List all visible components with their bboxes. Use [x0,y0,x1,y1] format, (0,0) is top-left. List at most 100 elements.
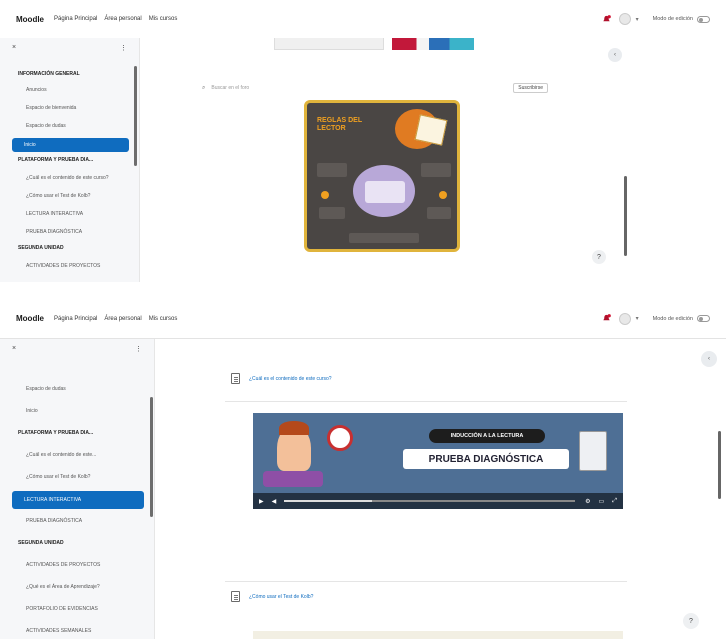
activity-link-kolb[interactable]: ¿Cómo usar el Test de Kolb? [249,594,313,600]
screenshot-bottom: Moodle Página Principal Área personal Mi… [0,299,726,639]
notification-bell-icon[interactable] [602,14,611,24]
drawer-section-second-unit[interactable]: SEGUNDA UNIDAD [0,244,135,253]
drawer-item-kolb[interactable]: ¿Cómo usar el Test de Kolb? [0,473,150,482]
activity-kolb[interactable]: ¿Cómo usar el Test de Kolb? [231,591,313,602]
drawer-options-icon[interactable]: ⋮ [135,345,142,353]
activity-divider [225,401,627,402]
drawer-item-projects[interactable]: ACTIVIDADES DE PROYECTOS [0,561,150,570]
video-progress-fill [284,500,372,502]
drawer-item-anuncios[interactable]: Anuncios [0,86,135,95]
infographic-bullet-icon [321,191,329,199]
drawer-item-doubts[interactable]: Espacio de dudas [0,385,150,394]
settings-icon[interactable]: ⚙ [585,498,590,505]
page-scrollbar[interactable] [718,431,721,499]
video-desk [263,471,323,487]
page-icon [231,591,240,602]
page-icon [231,373,240,384]
drawer-item-kolb[interactable]: ¿Cómo usar el Test de Kolb? [0,192,135,201]
nav-link-my-courses[interactable]: Mis cursos [149,316,178,322]
drawer-item-inicio[interactable]: Inicio [12,138,129,152]
nav-link-home[interactable]: Página Principal [54,316,97,322]
edit-mode-toggle[interactable] [697,315,710,322]
drawer-item-content[interactable]: ¿Cuál es el contenido de este curso? [0,174,135,183]
top-navbar: Moodle Página Principal Área personal Mi… [0,0,726,38]
notification-bell-icon[interactable] [602,314,611,323]
main-content-bottom: ‹ ¿Cuál es el contenido de este curso? I… [155,339,726,639]
drawer-section-platform[interactable]: PLATAFORMA Y PRUEBA DIA... [0,156,135,165]
nav-link-dashboard[interactable]: Área personal [104,16,141,22]
activity-link-content[interactable]: ¿Cuál es el contenido de este curso? [249,376,332,382]
drawer-item-diagnostic[interactable]: PRUEBA DIAGNÓSTICA [0,517,150,526]
infographic-rule-2 [421,163,451,177]
video-tag: INDUCCIÓN A LA LECTURA [429,429,545,443]
drawer-header: × ⋮ [0,339,154,359]
infographic-books-icon [365,181,405,203]
fullscreen-icon[interactable]: ⤢ [612,498,617,505]
video-checklist-icon [579,431,607,471]
video-progress-bar[interactable] [284,500,576,502]
user-avatar[interactable] [618,13,631,25]
search-icon: ⌕ [202,84,206,91]
brand-logo[interactable]: Moodle [16,15,44,24]
close-drawer-icon[interactable]: × [12,44,16,52]
drawer-item-welcome[interactable]: Espacio de bienvenida [0,104,135,113]
play-icon[interactable]: ▶ [259,498,264,505]
drawer-item-content[interactable]: ¿Cuál es el contenido de este... [0,451,150,460]
drawer-section-info[interactable]: INFORMACIÓN GENERAL [0,70,135,79]
infographic-rule-3 [319,207,345,219]
drawer-section-platform[interactable]: PLATAFORMA Y PRUEBA DIA... [0,429,150,438]
infographic-book-icon [414,114,448,146]
main-content-top: ‹ ⌕ Buscar en el foro Suscribirse REGLAS… [140,38,634,282]
infographic-bullet-icon [439,191,447,199]
activity-content[interactable]: ¿Cuál es el contenido de este curso? [231,373,332,384]
drawer-item-reading[interactable]: LECTURA INTERACTIVA [0,210,135,219]
close-drawer-icon[interactable]: × [12,345,16,353]
drawer-item-portfolio[interactable]: PORTAFOLIO DE EVIDENCIAS [0,605,150,614]
video-player[interactable]: INDUCCIÓN A LA LECTURA PRUEBA DIAGNÓSTIC… [253,413,623,509]
drawer-item-learning-area[interactable]: ¿Qué es el Área de Aprendizaje? [0,583,150,592]
video-title: PRUEBA DIAGNÓSTICA [403,449,569,469]
brand-logo[interactable]: Moodle [16,314,44,323]
infographic-rule-1 [317,163,347,177]
drawer-item-weekly[interactable]: ACTIVIDADES SEMANALES [0,627,150,636]
edit-mode-label: Modo de edición [652,16,693,22]
activity-divider [225,581,627,582]
drawer-item-inicio[interactable]: Inicio [0,407,150,416]
subtitles-icon[interactable]: ▭ [599,498,605,505]
drawer-item-projects[interactable]: ACTIVIDADES DE PROYECTOS [0,262,135,271]
user-menu-chevron-icon[interactable]: ▾ [636,16,639,23]
nav-link-my-courses[interactable]: Mis cursos [149,16,178,22]
drawer-item-diagnostic[interactable]: PRUEBA DIAGNÓSTICA [0,228,135,237]
edit-mode-toggle[interactable] [697,15,710,23]
infographic-rule-4 [427,207,451,219]
forum-toolbar: ⌕ Buscar en el foro Suscribirse [202,82,548,94]
user-menu-chevron-icon[interactable]: ▾ [636,315,639,322]
course-index-drawer: × ⋮ INFORMACIÓN GENERAL Anuncios Espacio… [0,38,140,282]
drawer-section-second-unit[interactable]: SEGUNDA UNIDAD [0,539,150,548]
help-icon[interactable]: ? [683,613,699,629]
course-index-toggle-icon[interactable]: ‹ [701,351,717,367]
edit-mode-label: Modo de edición [652,315,693,322]
help-icon[interactable]: ? [592,250,606,264]
infographic-rule-5 [349,233,419,243]
reader-rules-infographic: REGLAS DEL LECTOR [304,100,460,252]
volume-icon[interactable]: ◀ [272,498,277,505]
drawer-scrollbar[interactable] [134,66,137,166]
video-child-hair [279,421,309,435]
drawer-scrollbar[interactable] [150,397,153,517]
course-index-toggle-icon[interactable]: ‹ [608,48,622,62]
course-index-drawer: × ⋮ Espacio de dudas Inicio PLATAFORMA Y… [0,339,155,639]
banner-image-right [392,38,474,50]
nav-link-home[interactable]: Página Principal [54,16,97,22]
page-scrollbar[interactable] [624,176,627,256]
drawer-item-reading[interactable]: LECTURA INTERACTIVA [12,491,144,509]
subscribe-dropdown[interactable]: Suscribirse [513,83,548,93]
nav-link-dashboard[interactable]: Área personal [104,316,141,322]
user-avatar[interactable] [618,312,631,325]
video-clock-icon [327,425,353,451]
screenshot-top: Moodle Página Principal Área personal Mi… [0,0,726,282]
forum-search-input[interactable]: Buscar en el foro [211,85,513,91]
drawer-options-icon[interactable]: ⋮ [120,44,127,52]
drawer-item-doubts[interactable]: Espacio de dudas [0,122,135,131]
video-controls: ▶ ◀ ⚙ ▭ ⤢ [253,493,623,509]
